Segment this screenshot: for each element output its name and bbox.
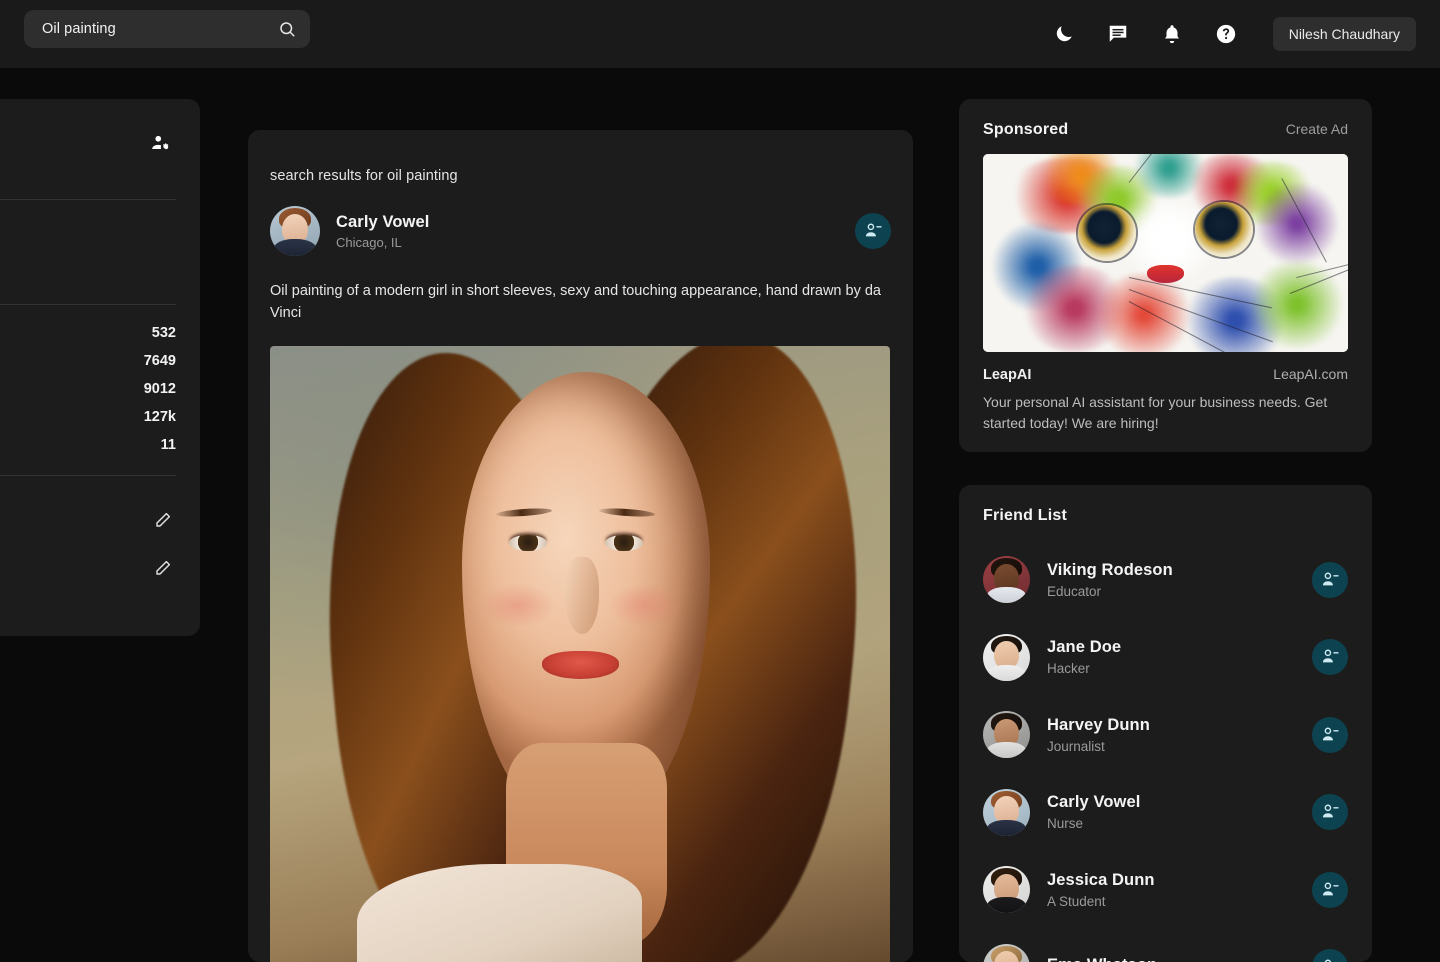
stat-row: 11 (0, 431, 176, 459)
artwork-detail (564, 557, 599, 635)
artwork-detail (1194, 201, 1254, 257)
friend-list-panel: Friend List Viking Rodeson Educator Jane… (959, 485, 1372, 962)
messages-icon[interactable] (1091, 0, 1145, 68)
friend-meta: Carly Vowel Nurse (1047, 793, 1312, 831)
profile-header: Nilesh Chaudhary (0, 121, 176, 193)
list-item[interactable]: Viking Rodeson Educator (983, 541, 1348, 619)
watercolor-cat-artwork (983, 154, 1348, 352)
sponsored-url[interactable]: LeapAI.com (1273, 366, 1348, 382)
friend-name: Viking Rodeson (1047, 560, 1173, 579)
edit-pencil-icon[interactable] (154, 511, 176, 533)
friend-meta: Ema Whatson (1047, 956, 1312, 962)
sponsored-header: Sponsored Create Ad (983, 121, 1348, 139)
person-remove-icon[interactable] (1312, 949, 1348, 962)
person-remove-icon[interactable] (1312, 639, 1348, 676)
list-item[interactable]: Harvey Dunn Journalist (983, 696, 1348, 774)
stat-value: 532 (151, 325, 176, 341)
person-remove-icon[interactable] (1312, 561, 1348, 598)
person-remove-icon[interactable] (855, 213, 891, 249)
post-header: Carly Vowel Chicago, IL (270, 206, 891, 256)
search-results-feed: search results for oil painting Carly Vo… (248, 130, 913, 962)
artwork-detail (1147, 264, 1184, 283)
profile-stats-list: 532 7649 9012 127k 11 (0, 305, 176, 469)
artwork-detail (480, 582, 556, 628)
avatar[interactable] (983, 866, 1030, 914)
user-menu-button[interactable]: Nilesh Chaudhary (1272, 17, 1416, 51)
sponsored-brand-row: LeapAI LeapAI.com (983, 366, 1348, 383)
stat-row: 532 (0, 319, 176, 347)
stat-value: 11 (160, 437, 176, 453)
profile-links-list (0, 476, 176, 594)
notifications-icon[interactable] (1145, 0, 1199, 68)
stat-row: 9012 (0, 375, 176, 403)
post-author-name[interactable]: Carly Vowel (336, 213, 855, 232)
friend-name: Jane Doe (1047, 638, 1122, 657)
stat-row: 127k (0, 403, 176, 431)
create-ad-link[interactable]: Create Ad (1286, 121, 1348, 137)
artwork-detail (1077, 205, 1137, 261)
friend-meta: Viking Rodeson Educator (1047, 561, 1312, 599)
stat-row: 7649 (0, 347, 176, 375)
profile-bio (0, 200, 176, 298)
list-item[interactable]: Jane Doe Hacker (983, 619, 1348, 697)
friend-role: Hacker (1047, 661, 1090, 677)
topbar-actions: Nilesh Chaudhary (1037, 0, 1416, 68)
stat-value: 7649 (143, 353, 176, 369)
post-caption: Oil painting of a modern girl in short s… (270, 283, 881, 322)
friend-meta: Harvey Dunn Journalist (1047, 716, 1312, 754)
friend-meta: Jessica Dunn A Student (1047, 871, 1312, 909)
avatar[interactable] (983, 556, 1030, 604)
profile-link-row (0, 546, 176, 594)
stat-value: 9012 (143, 381, 176, 397)
manage-account-icon[interactable] (146, 129, 176, 159)
list-item[interactable]: Ema Whatson (983, 929, 1348, 962)
dark-mode-icon[interactable] (1037, 0, 1091, 68)
person-remove-icon[interactable] (1312, 871, 1348, 908)
artwork-detail (607, 582, 683, 628)
person-remove-icon[interactable] (1312, 794, 1348, 831)
avatar[interactable] (983, 943, 1030, 962)
search-input[interactable] (42, 21, 278, 37)
friend-name: Harvey Dunn (1047, 715, 1150, 734)
user-name-label: Nilesh Chaudhary (1288, 26, 1400, 42)
friend-role: Journalist (1047, 738, 1105, 754)
friend-name: Ema Whatson (1047, 956, 1312, 962)
avatar[interactable] (983, 788, 1030, 836)
artwork-detail (541, 650, 620, 679)
friend-role: A Student (1047, 893, 1106, 909)
help-icon[interactable] (1199, 0, 1253, 68)
friend-meta: Jane Doe Hacker (1047, 638, 1312, 676)
post-image[interactable] (270, 346, 890, 962)
friend-role: Educator (1047, 583, 1102, 599)
person-remove-icon[interactable] (1312, 716, 1348, 753)
avatar[interactable] (983, 633, 1030, 681)
search-icon[interactable] (278, 20, 296, 38)
avatar[interactable] (983, 711, 1030, 759)
post-location: Chicago, IL (336, 234, 402, 250)
stat-value: 127k (143, 409, 176, 425)
artwork-detail (356, 864, 642, 962)
sponsored-brand: LeapAI (983, 367, 1032, 383)
edit-pencil-icon[interactable] (154, 559, 176, 581)
list-item[interactable]: Carly Vowel Nurse (983, 774, 1348, 852)
friend-name: Jessica Dunn (1047, 870, 1155, 889)
oil-painting-artwork (270, 346, 890, 962)
friend-name: Carly Vowel (1047, 793, 1141, 812)
top-navigation-bar: Nilesh Chaudhary (0, 0, 1440, 68)
sponsored-panel: Sponsored Create Ad LeapAI LeapAI.com Yo… (959, 99, 1372, 452)
avatar[interactable] (270, 206, 320, 256)
list-item[interactable]: Jessica Dunn A Student (983, 851, 1348, 929)
sponsored-description: Your personal AI assistant for your busi… (983, 394, 1328, 431)
search-results-heading: search results for oil painting (270, 168, 458, 184)
profile-sidebar-panel: Nilesh Chaudhary 532 7649 9012 127k (0, 99, 200, 636)
profile-link-row (0, 498, 176, 546)
friend-role: Nurse (1047, 816, 1084, 832)
search-box[interactable] (24, 10, 310, 48)
sponsored-title: Sponsored (983, 121, 1069, 138)
friend-list-title: Friend List (983, 507, 1067, 524)
sponsored-ad-image[interactable] (983, 154, 1348, 352)
post-author-meta: Carly Vowel Chicago, IL (336, 213, 855, 250)
